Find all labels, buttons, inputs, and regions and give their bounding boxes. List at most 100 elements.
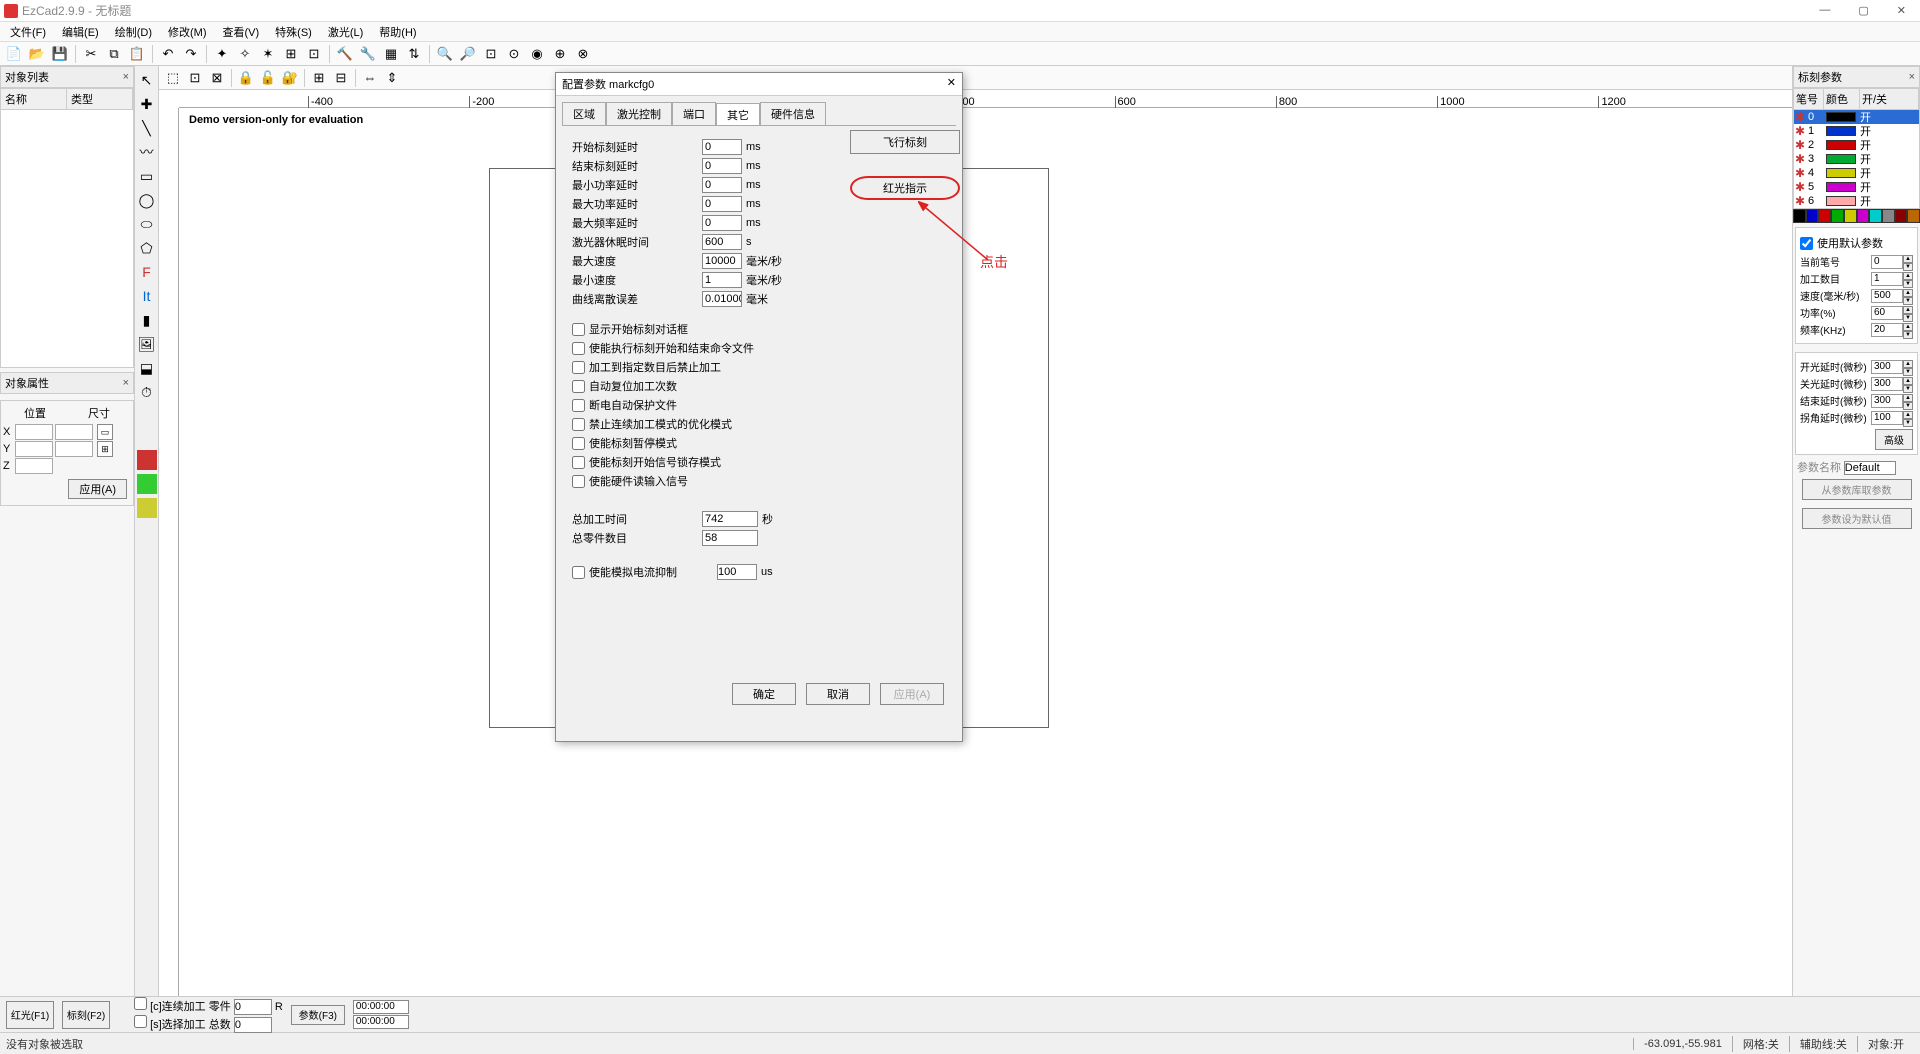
spinner[interactable]: ▲▼ bbox=[1903, 255, 1913, 269]
close-icon[interactable]: × bbox=[1909, 71, 1915, 83]
pen-row[interactable]: ✱1开 bbox=[1794, 124, 1919, 138]
field-input[interactable] bbox=[702, 291, 742, 307]
tab-hardware[interactable]: 硬件信息 bbox=[760, 102, 826, 125]
select-box-icon[interactable]: ⬚ bbox=[163, 68, 183, 88]
field-input[interactable] bbox=[702, 196, 742, 212]
select-all-icon[interactable]: ⊡ bbox=[185, 68, 205, 88]
field-input[interactable] bbox=[702, 139, 742, 155]
undo-icon[interactable]: ↶ bbox=[158, 44, 178, 64]
barcode-icon[interactable]: ▮ bbox=[137, 310, 157, 330]
align-icon[interactable]: ▭ bbox=[97, 424, 113, 440]
total-parts-input[interactable] bbox=[702, 530, 758, 546]
corner-delay-input[interactable] bbox=[1871, 411, 1903, 425]
lock2-icon[interactable]: 🔐 bbox=[280, 68, 300, 88]
zoom-fit-icon[interactable]: ⊡ bbox=[481, 44, 501, 64]
hammer-icon[interactable]: 🔨 bbox=[335, 44, 355, 64]
pen-row[interactable]: ✱2开 bbox=[1794, 138, 1919, 152]
zoom-in-icon[interactable]: 🔍 bbox=[435, 44, 455, 64]
zoom-all-icon[interactable]: ◉ bbox=[527, 44, 547, 64]
palette-swatch[interactable] bbox=[1793, 209, 1806, 223]
anchor-icon[interactable]: ⊞ bbox=[97, 441, 113, 457]
circle-icon[interactable]: ◯ bbox=[137, 190, 157, 210]
cur-pen-input[interactable] bbox=[1871, 255, 1903, 269]
red-light-indicator-button[interactable]: 红光指示 bbox=[850, 176, 960, 200]
deselect-icon[interactable]: ⊠ bbox=[207, 68, 227, 88]
minimize-icon[interactable]: — bbox=[1819, 4, 1830, 17]
field-input[interactable] bbox=[702, 272, 742, 288]
image-icon[interactable]: 🖼 bbox=[137, 334, 157, 354]
group-icon[interactable]: ⊞ bbox=[309, 68, 329, 88]
red-light-button[interactable]: 红光(F1) bbox=[6, 1001, 54, 1029]
menu-special[interactable]: 特殊(S) bbox=[269, 22, 318, 42]
axis-icon[interactable]: ⇅ bbox=[404, 44, 424, 64]
freq-input[interactable] bbox=[1871, 323, 1903, 337]
pen-table[interactable]: 笔号 颜色 开/关 ✱0开✱1开✱2开✱3开✱4开✱5开✱6开 bbox=[1793, 88, 1920, 209]
flip-h-icon[interactable]: ⇔ bbox=[360, 68, 380, 88]
flip-v-icon[interactable]: ⇕ bbox=[382, 68, 402, 88]
line-icon[interactable]: ╲ bbox=[137, 118, 157, 138]
paste-icon[interactable]: 📋 bbox=[127, 44, 147, 64]
snap3-icon[interactable]: ✶ bbox=[258, 44, 278, 64]
palette-swatch[interactable] bbox=[1907, 209, 1920, 223]
checkbox[interactable] bbox=[572, 437, 585, 450]
palette-swatch[interactable] bbox=[1831, 209, 1844, 223]
checkbox[interactable] bbox=[572, 342, 585, 355]
close-icon[interactable]: ✕ bbox=[947, 76, 956, 92]
select-mark-checkbox[interactable] bbox=[134, 1015, 147, 1028]
off-delay-input[interactable] bbox=[1871, 377, 1903, 391]
copy-icon[interactable]: ⧉ bbox=[104, 44, 124, 64]
snap5-icon[interactable]: ⊡ bbox=[304, 44, 324, 64]
new-icon[interactable]: 📄 bbox=[4, 44, 24, 64]
zoom-sel-icon[interactable]: ⊙ bbox=[504, 44, 524, 64]
spinner[interactable]: ▲▼ bbox=[1903, 306, 1913, 320]
apply-button[interactable]: 应用(A) bbox=[880, 683, 944, 705]
tab-other[interactable]: 其它 bbox=[716, 103, 760, 126]
color2-icon[interactable] bbox=[137, 474, 157, 494]
from-lib-button[interactable]: 从参数库取参数 bbox=[1802, 479, 1912, 500]
mark-button[interactable]: 标刻(F2) bbox=[62, 1001, 110, 1029]
zoom-win-icon[interactable]: ⊕ bbox=[550, 44, 570, 64]
spinner[interactable]: ▲▼ bbox=[1903, 289, 1913, 303]
spinner[interactable]: ▲▼ bbox=[1903, 394, 1913, 408]
color3-icon[interactable] bbox=[137, 498, 157, 518]
end-delay-input[interactable] bbox=[1871, 394, 1903, 408]
palette-swatch[interactable] bbox=[1844, 209, 1857, 223]
set-default-button[interactable]: 参数设为默认值 bbox=[1802, 508, 1912, 529]
save-icon[interactable]: 💾 bbox=[50, 44, 70, 64]
maximize-icon[interactable]: ▢ bbox=[1858, 4, 1868, 17]
ellipse-icon[interactable]: ⬭ bbox=[137, 214, 157, 234]
checkbox[interactable] bbox=[572, 323, 585, 336]
x-size-input[interactable] bbox=[55, 424, 93, 440]
tab-laser[interactable]: 激光控制 bbox=[606, 102, 672, 125]
node-icon[interactable]: ✚ bbox=[137, 94, 157, 114]
spinner[interactable]: ▲▼ bbox=[1903, 272, 1913, 286]
field-input[interactable] bbox=[702, 215, 742, 231]
tab-area[interactable]: 区域 bbox=[562, 102, 606, 125]
analog-suppress-checkbox[interactable] bbox=[572, 566, 585, 579]
wrench-icon[interactable]: 🔧 bbox=[358, 44, 378, 64]
palette-swatch[interactable] bbox=[1857, 209, 1870, 223]
cut-icon[interactable]: ✂ bbox=[81, 44, 101, 64]
select-icon[interactable]: ↖ bbox=[137, 70, 157, 90]
total-time-input[interactable] bbox=[702, 511, 758, 527]
spinner[interactable]: ▲▼ bbox=[1903, 323, 1913, 337]
snap4-icon[interactable]: ⊞ bbox=[281, 44, 301, 64]
cancel-button[interactable]: 取消 bbox=[806, 683, 870, 705]
y-size-input[interactable] bbox=[55, 441, 93, 457]
palette-swatch[interactable] bbox=[1806, 209, 1819, 223]
polygon-icon[interactable]: ⬠ bbox=[137, 238, 157, 258]
field-input[interactable] bbox=[702, 253, 742, 269]
menu-laser[interactable]: 激光(L) bbox=[322, 22, 369, 42]
palette-swatch[interactable] bbox=[1882, 209, 1895, 223]
menu-modify[interactable]: 修改(M) bbox=[162, 22, 213, 42]
ungroup-icon[interactable]: ⊟ bbox=[331, 68, 351, 88]
use-default-checkbox[interactable] bbox=[1800, 237, 1813, 250]
checkbox[interactable] bbox=[572, 361, 585, 374]
lock-icon[interactable]: 🔒 bbox=[236, 68, 256, 88]
checkbox[interactable] bbox=[572, 418, 585, 431]
zoom-x-icon[interactable]: ⊗ bbox=[573, 44, 593, 64]
rect-icon[interactable]: ▭ bbox=[137, 166, 157, 186]
drawing-canvas[interactable]: Demo version-only for evaluation bbox=[179, 108, 1792, 996]
text2-icon[interactable]: It bbox=[137, 286, 157, 306]
timer-icon[interactable]: ⏱ bbox=[137, 382, 157, 402]
